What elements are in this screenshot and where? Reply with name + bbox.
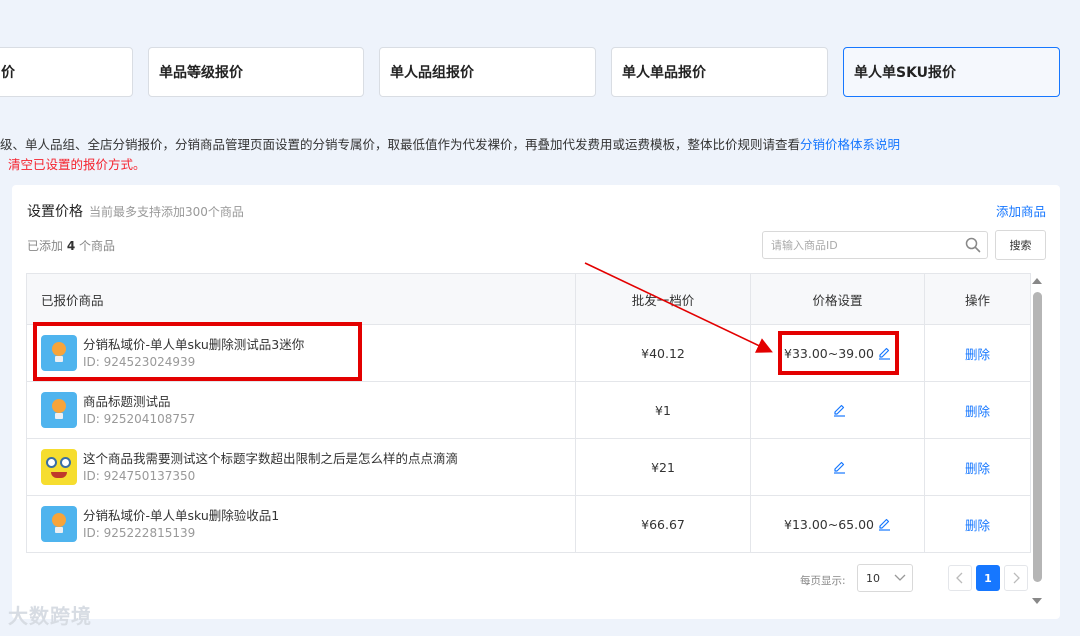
annotation-arrow-icon [584, 262, 773, 353]
watermark-logo: 大数跨境 [8, 604, 92, 628]
